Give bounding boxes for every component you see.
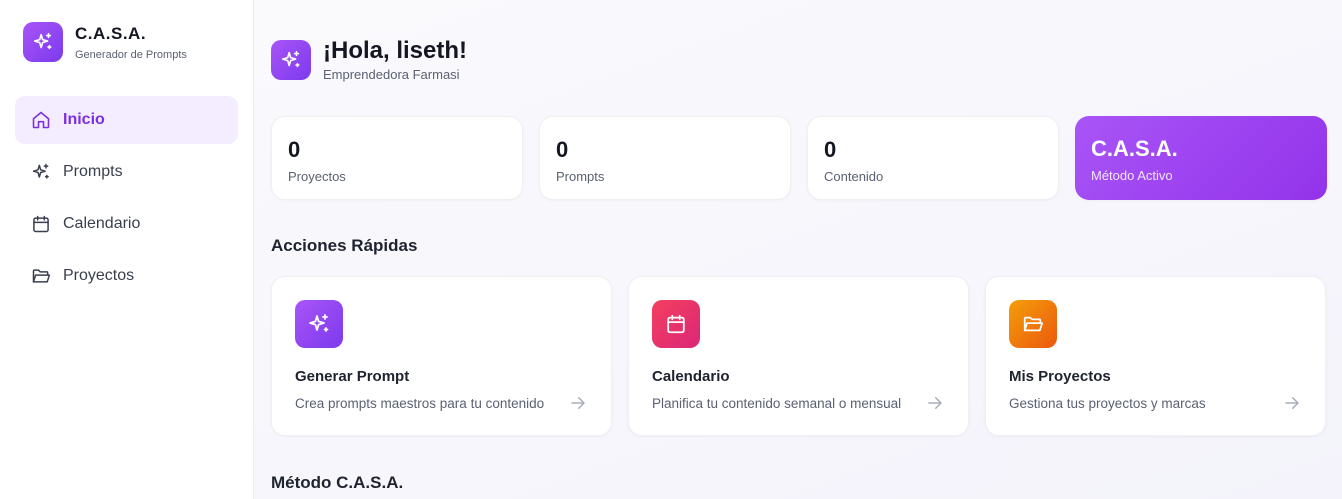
- quick-actions: Generar Prompt Crea prompts maestros par…: [271, 276, 1326, 436]
- sparkles-icon: [295, 300, 343, 348]
- sidebar-nav: Inicio Prompts Calendario Proyectos: [15, 96, 238, 304]
- arrow-right-icon: [571, 397, 585, 409]
- action-card-mis-proyectos[interactable]: Mis Proyectos Gestiona tus proyectos y m…: [985, 276, 1326, 436]
- sparkles-icon: [271, 40, 311, 80]
- action-description: Planifica tu contenido semanal o mensual: [652, 396, 902, 411]
- stat-card-prompts: 0 Prompts: [539, 116, 791, 200]
- action-title: Calendario: [652, 368, 730, 385]
- greeting-header: ¡Hola, liseth! Emprendedora Farmasi: [271, 38, 467, 82]
- method-section-title: Método C.A.S.A.: [271, 473, 404, 492]
- sparkles-icon: [23, 22, 63, 62]
- action-title: Generar Prompt: [295, 368, 410, 385]
- quick-actions-title: Acciones Rápidas: [271, 236, 418, 255]
- sidebar-item-prompts[interactable]: Prompts: [15, 148, 238, 196]
- action-title: Mis Proyectos: [1009, 368, 1111, 385]
- stats-row: 0 Proyectos 0 Prompts 0 Contenido C.A.S.…: [271, 116, 1327, 200]
- sidebar-item-inicio[interactable]: Inicio: [15, 96, 238, 144]
- brand-title: C.A.S.A.: [75, 23, 147, 43]
- stat-value: 0: [556, 137, 569, 162]
- calendar-icon: [31, 214, 51, 234]
- main-content: ¡Hola, liseth! Emprendedora Farmasi 0 Pr…: [255, 0, 1342, 499]
- arrow-right-icon: [1285, 397, 1299, 409]
- sidebar: C.A.S.A. Generador de Prompts Inicio Pro…: [0, 0, 254, 499]
- stat-value: 0: [824, 137, 837, 162]
- action-description: Gestiona tus proyectos y marcas: [1009, 396, 1206, 411]
- brand-subtitle: Generador de Prompts: [75, 48, 187, 61]
- stat-label: Prompts: [556, 169, 605, 184]
- sidebar-item-proyectos[interactable]: Proyectos: [15, 252, 238, 300]
- stat-card-proyectos: 0 Proyectos: [271, 116, 523, 200]
- sidebar-item-calendario[interactable]: Calendario: [15, 200, 238, 248]
- calendar-icon: [652, 300, 700, 348]
- action-card-generar-prompt[interactable]: Generar Prompt Crea prompts maestros par…: [271, 276, 612, 436]
- stat-card-contenido: 0 Contenido: [807, 116, 1059, 200]
- home-icon: [31, 110, 51, 130]
- arrow-right-icon: [928, 397, 942, 409]
- stat-label: Proyectos: [288, 169, 346, 184]
- sidebar-item-label: Inicio: [63, 111, 105, 128]
- sidebar-item-label: Prompts: [63, 163, 123, 180]
- stat-label: Método Activo: [1091, 168, 1173, 183]
- page-subtitle: Emprendedora Farmasi: [323, 67, 460, 82]
- stat-value: 0: [288, 137, 301, 162]
- action-description: Crea prompts maestros para tu contenido: [295, 396, 545, 411]
- sidebar-item-label: Calendario: [63, 215, 141, 232]
- action-card-calendario[interactable]: Calendario Planifica tu contenido semana…: [628, 276, 969, 436]
- stat-value: C.A.S.A.: [1091, 136, 1178, 161]
- sparkles-icon: [31, 162, 51, 182]
- folder-icon: [1009, 300, 1057, 348]
- page-title: ¡Hola, liseth!: [323, 37, 468, 64]
- sidebar-item-label: Proyectos: [63, 267, 135, 284]
- folder-icon: [31, 266, 51, 286]
- stat-card-metodo: C.A.S.A. Método Activo: [1075, 116, 1327, 200]
- brand[interactable]: C.A.S.A. Generador de Prompts: [23, 22, 187, 62]
- stat-label: Contenido: [824, 169, 884, 184]
